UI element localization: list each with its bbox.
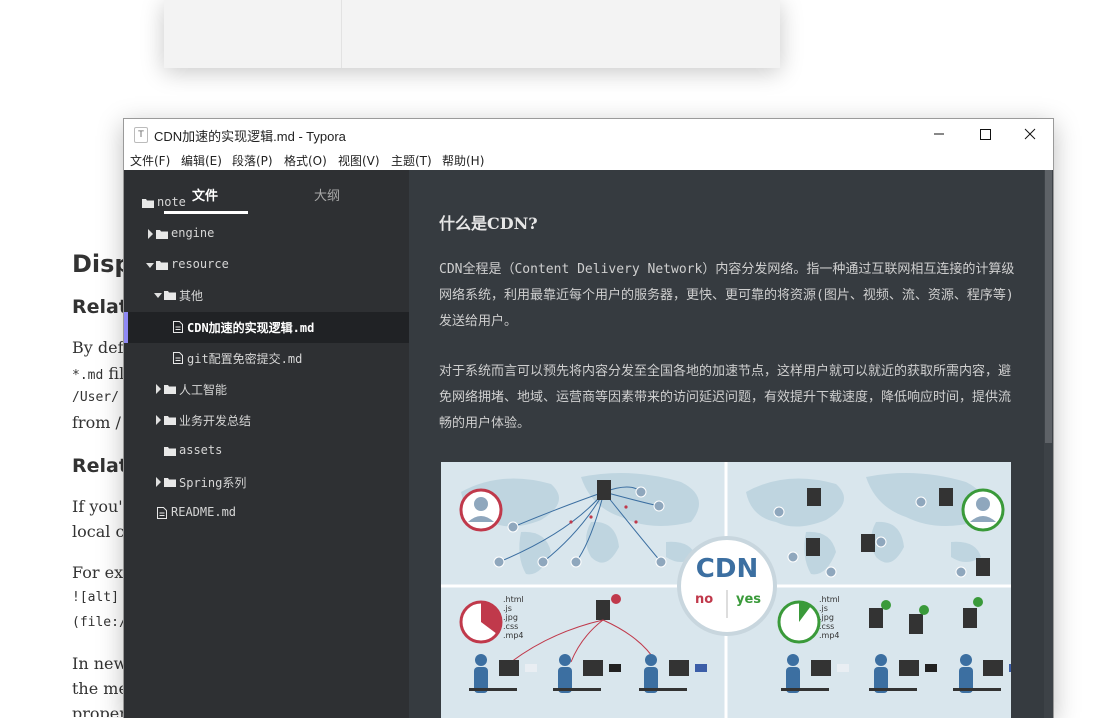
tree-item-label: note — [157, 195, 186, 209]
tree-folder[interactable]: resource — [124, 250, 409, 281]
background-window-divider — [341, 0, 342, 68]
svg-text:.html: .html — [503, 595, 524, 604]
bg-text: the me — [72, 679, 128, 698]
bg-text: *.md fil — [72, 364, 124, 383]
minimize-icon — [934, 133, 944, 135]
svg-text:.js: .js — [503, 604, 512, 613]
svg-text:.mp4: .mp4 — [819, 631, 840, 640]
bg-text: If you' — [72, 497, 123, 516]
tree-folder[interactable]: 人工智能 — [124, 374, 409, 405]
paragraph[interactable]: CDN全程是（Content Delivery Network）内容分发网络。指… — [439, 257, 1019, 335]
typora-window: T CDN加速的实现逻辑.md - Typora 文件(F) 编辑(E) 段落(… — [123, 118, 1054, 718]
file-sidebar: 文件 大纲 note engine resource 其他 CDN加速的实现逻辑.md g… — [124, 170, 409, 718]
tree-item-label: 人工智能 — [179, 383, 228, 397]
cdn-badge-title: CDN — [695, 554, 759, 584]
file-icon — [155, 506, 169, 520]
tree-folder[interactable]: 业务开发总结 — [124, 405, 409, 436]
bg-text: In new — [72, 654, 128, 673]
tree-item-label: git配置免密提交.md — [187, 352, 303, 366]
cdn-illustration: .html .js .jpg .css .mp4 .html .js .jpg … — [441, 462, 1011, 718]
background-window — [164, 0, 780, 68]
bg-text: fil — [103, 364, 125, 383]
paragraph[interactable]: 对于系统而言可以预先将内容分发至全国各地的加速节点，这样用户就可以就近的获取所需… — [439, 359, 1019, 437]
menu-view[interactable]: 视图(V) — [338, 152, 380, 169]
svg-text:.css: .css — [819, 622, 834, 631]
menu-paragraph[interactable]: 段落(P) — [232, 152, 273, 169]
folder-icon — [163, 475, 177, 489]
folder-icon — [155, 227, 169, 241]
svg-text:.css: .css — [503, 622, 518, 631]
editor-pane[interactable]: 什么是CDN? CDN全程是（Content Delivery Network）… — [409, 170, 1053, 718]
menu-file[interactable]: 文件(F) — [130, 152, 170, 169]
editor-scrollbar[interactable] — [1044, 170, 1053, 718]
bg-text: proper — [72, 704, 127, 717]
folder-icon — [163, 288, 177, 302]
menu-format[interactable]: 格式(O) — [284, 152, 327, 169]
svg-text:.jpg: .jpg — [819, 613, 834, 622]
cdn-badge-no: no — [695, 592, 714, 607]
tree-item-label: engine — [171, 226, 215, 240]
cdn-illustration-graphic: .html .js .jpg .css .mp4 .html .js .jpg … — [441, 462, 1011, 718]
menu-bar: 文件(F) 编辑(E) 段落(P) 格式(O) 视图(V) 主题(T) 帮助(H… — [124, 149, 1053, 170]
minimize-button[interactable] — [916, 119, 962, 149]
typora-app-icon: T — [134, 127, 148, 143]
menu-theme[interactable]: 主题(T) — [391, 152, 432, 169]
tree-folder[interactable]: Spring系列 — [124, 467, 409, 498]
bg-code: /User/ — [72, 390, 119, 405]
menu-edit[interactable]: 编辑(E) — [181, 152, 222, 169]
tree-file[interactable]: CDN加速的实现逻辑.md — [124, 312, 409, 343]
svg-text:.js: .js — [819, 604, 828, 613]
bg-text: from / — [72, 413, 121, 432]
tree-folder[interactable]: engine — [124, 219, 409, 250]
tree-folder[interactable]: 其他 — [124, 280, 409, 311]
document-heading[interactable]: 什么是CDN? — [439, 210, 538, 234]
maximize-icon — [980, 129, 991, 140]
bg-code: (file:/ — [72, 615, 127, 630]
title-bar[interactable]: T CDN加速的实现逻辑.md - Typora — [124, 119, 1053, 149]
editor-scroll-thumb[interactable] — [1045, 170, 1052, 443]
svg-text:.jpg: .jpg — [503, 613, 518, 622]
maximize-button[interactable] — [962, 119, 1008, 149]
folder-icon — [163, 413, 177, 427]
tree-item-label: README.md — [171, 505, 237, 519]
svg-text:.html: .html — [819, 595, 840, 604]
tree-item-label: assets — [179, 443, 223, 457]
tree-file[interactable]: git配置免密提交.md — [124, 343, 409, 374]
folder-icon — [155, 258, 169, 272]
tree-item-label: resource — [171, 257, 229, 271]
window-title: CDN加速的实现逻辑.md - Typora — [154, 129, 346, 144]
tree-item-label: Spring系列 — [179, 476, 247, 490]
close-icon — [1024, 128, 1036, 140]
file-icon — [171, 320, 185, 334]
svg-text:.mp4: .mp4 — [503, 631, 524, 640]
file-icon — [171, 351, 185, 365]
tree-folder[interactable]: assets — [124, 436, 409, 467]
folder-icon — [163, 382, 177, 396]
tree-item-label: 业务开发总结 — [179, 414, 252, 428]
tree-item-label: CDN加速的实现逻辑.md — [187, 321, 315, 335]
folder-icon — [163, 444, 177, 458]
menu-help[interactable]: 帮助(H) — [442, 152, 484, 169]
bg-code: *.md — [72, 368, 104, 383]
bg-code: ![alt] — [72, 590, 119, 605]
tree-folder[interactable]: note — [124, 188, 409, 219]
close-button[interactable] — [1007, 119, 1053, 149]
tree-file[interactable]: README.md — [124, 498, 409, 529]
folder-icon — [141, 196, 155, 210]
tree-item-label: 其他 — [179, 289, 204, 303]
cdn-badge-yes: yes — [736, 592, 762, 607]
active-file-marker — [124, 312, 128, 343]
